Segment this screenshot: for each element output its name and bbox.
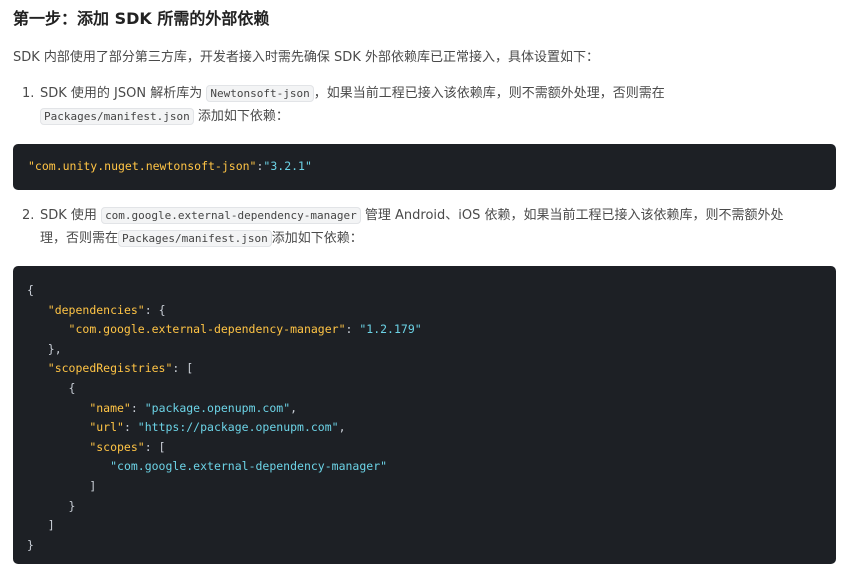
step-1-text-c: 添加如下依赖： <box>197 109 289 124</box>
inline-code-manifest-path: Packages/manifest.json <box>40 108 194 125</box>
step-1-number: 1. <box>22 86 35 101</box>
code-line: { <box>27 281 822 301</box>
code-block-manifest: { "dependencies": { "com.google.external… <box>13 266 836 564</box>
code-block-newtonsoft: "com.unity.nuget.newtonsoft-json":"3.2.1… <box>13 144 836 190</box>
json-punct: } <box>27 537 34 552</box>
code-line: "scopedRegistries": [ <box>27 359 822 379</box>
json-punct: : <box>130 400 145 415</box>
code-line: "com.google.external-dependency-manager"… <box>27 320 822 340</box>
json-punct: , <box>290 400 298 415</box>
json-key: "url" <box>89 420 124 435</box>
code-line: "scopes": [ <box>27 438 822 458</box>
step-2-text-a: SDK 使用 <box>40 208 97 223</box>
json-punct: { <box>27 283 34 297</box>
code-line: } <box>27 536 822 556</box>
json-string: "package.openupm.com" <box>144 400 291 415</box>
step-1-text-a: SDK 使用的 JSON 解析库为 <box>40 86 203 101</box>
step-1-text-b: ，如果当前工程已接入该依赖库，则不需额外处理，否则需在 <box>313 86 665 101</box>
json-punct: : <box>345 322 360 337</box>
json-key: "scopes" <box>89 439 145 454</box>
inline-code-edm: com.google.external-dependency-manager <box>101 207 361 224</box>
json-punct: { <box>68 380 76 395</box>
json-key: "scopedRegistries" <box>47 361 173 376</box>
code-line: "com.google.external-dependency-manager" <box>27 457 822 477</box>
code-line: ] <box>27 477 822 497</box>
json-key: "dependencies" <box>47 302 145 317</box>
code-line: "dependencies": { <box>27 301 822 321</box>
json-string: "https://package.openupm.com" <box>137 420 339 435</box>
step-2: 2. SDK 使用 com.google.external-dependency-… <box>22 204 834 250</box>
step-1: 1. SDK 使用的 JSON 解析库为 Newtonsoft-json ，如果当前… <box>22 82 782 128</box>
code-line: "url": "https://package.openupm.com", <box>27 418 822 438</box>
json-punct: ] <box>89 478 97 493</box>
json-punct: , <box>338 420 346 435</box>
json-string: "1.2.179" <box>359 322 422 337</box>
inline-code-manifest-path: Packages/manifest.json <box>118 230 272 247</box>
code-line: ] <box>27 516 822 536</box>
step-2-number: 2. <box>22 208 35 223</box>
json-punct: ] <box>47 518 55 533</box>
json-punct: : [ <box>144 439 166 454</box>
inline-code-newtonsoft: Newtonsoft-json <box>206 85 314 102</box>
section-heading: 第一步：添加 SDK 所需的外部依赖 <box>13 9 270 28</box>
code-line: "com.unity.nuget.newtonsoft-json":"3.2.1… <box>28 157 821 177</box>
step-2-text-d: 添加如下依赖： <box>271 231 363 246</box>
json-punct: } <box>68 498 76 513</box>
json-key: "com.unity.nuget.newtonsoft-json" <box>28 159 257 173</box>
json-string: "com.google.external-dependency-manager" <box>110 459 388 474</box>
code-line: "name": "package.openupm.com", <box>27 399 822 419</box>
doc-page: 第一步：添加 SDK 所需的外部依赖 SDK 内部使用了部分第三方库，开发者接入… <box>0 0 841 567</box>
json-key: "com.google.external-dependency-manager" <box>68 322 346 337</box>
json-punct: : <box>123 420 138 435</box>
code-line: } <box>27 497 822 517</box>
step-2-text-b: 管理 Android、iOS 依赖，如果当前工程已接入该依赖库，则不需额外处 <box>364 208 784 223</box>
intro-paragraph: SDK 内部使用了部分第三方库，开发者接入时需先确保 SDK 外部依赖库已正常接… <box>13 50 599 65</box>
json-key: "name" <box>89 400 131 415</box>
json-punct: : { <box>144 302 166 317</box>
json-punct: : [ <box>172 361 194 376</box>
json-punct: }, <box>47 341 62 356</box>
code-line: }, <box>27 340 822 360</box>
code-line: { <box>27 379 822 399</box>
json-string: "3.2.1" <box>263 159 312 173</box>
step-2-text-c: 理，否则需在 <box>40 231 119 246</box>
